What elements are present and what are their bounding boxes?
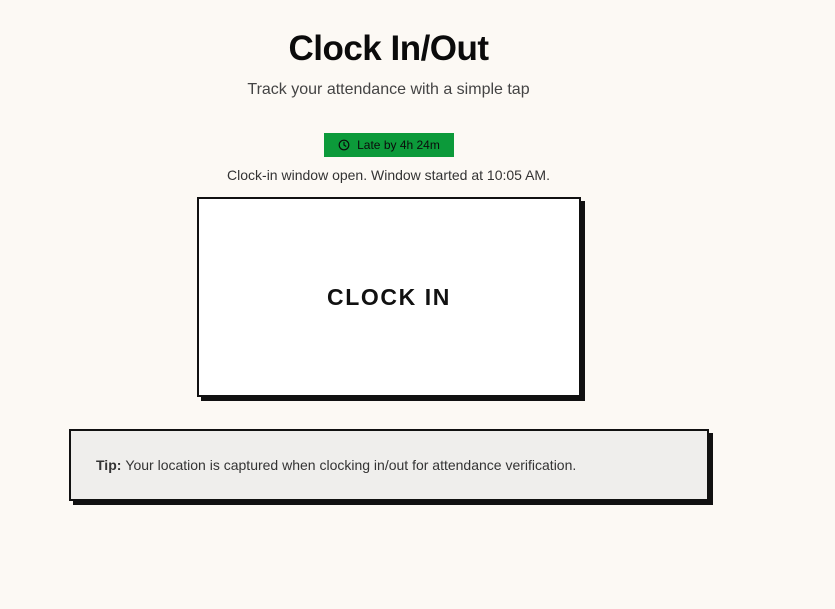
clock-page: Clock In/Out Track your attendance with … bbox=[0, 0, 835, 609]
late-status-badge: Late by 4h 24m bbox=[324, 133, 454, 157]
clock-icon bbox=[338, 139, 350, 151]
tip-label: Tip: bbox=[96, 457, 122, 473]
page-title: Clock In/Out bbox=[288, 29, 489, 68]
tip-box: Tip: Your location is captured when cloc… bbox=[69, 429, 709, 501]
clock-in-button[interactable]: CLOCK IN bbox=[197, 197, 581, 397]
window-status-text: Clock-in window open. Window started at … bbox=[227, 167, 550, 183]
tip-text: Your location is captured when clocking … bbox=[125, 457, 577, 473]
page-subtitle: Track your attendance with a simple tap bbox=[247, 81, 530, 98]
late-status-text: Late by 4h 24m bbox=[357, 138, 440, 152]
